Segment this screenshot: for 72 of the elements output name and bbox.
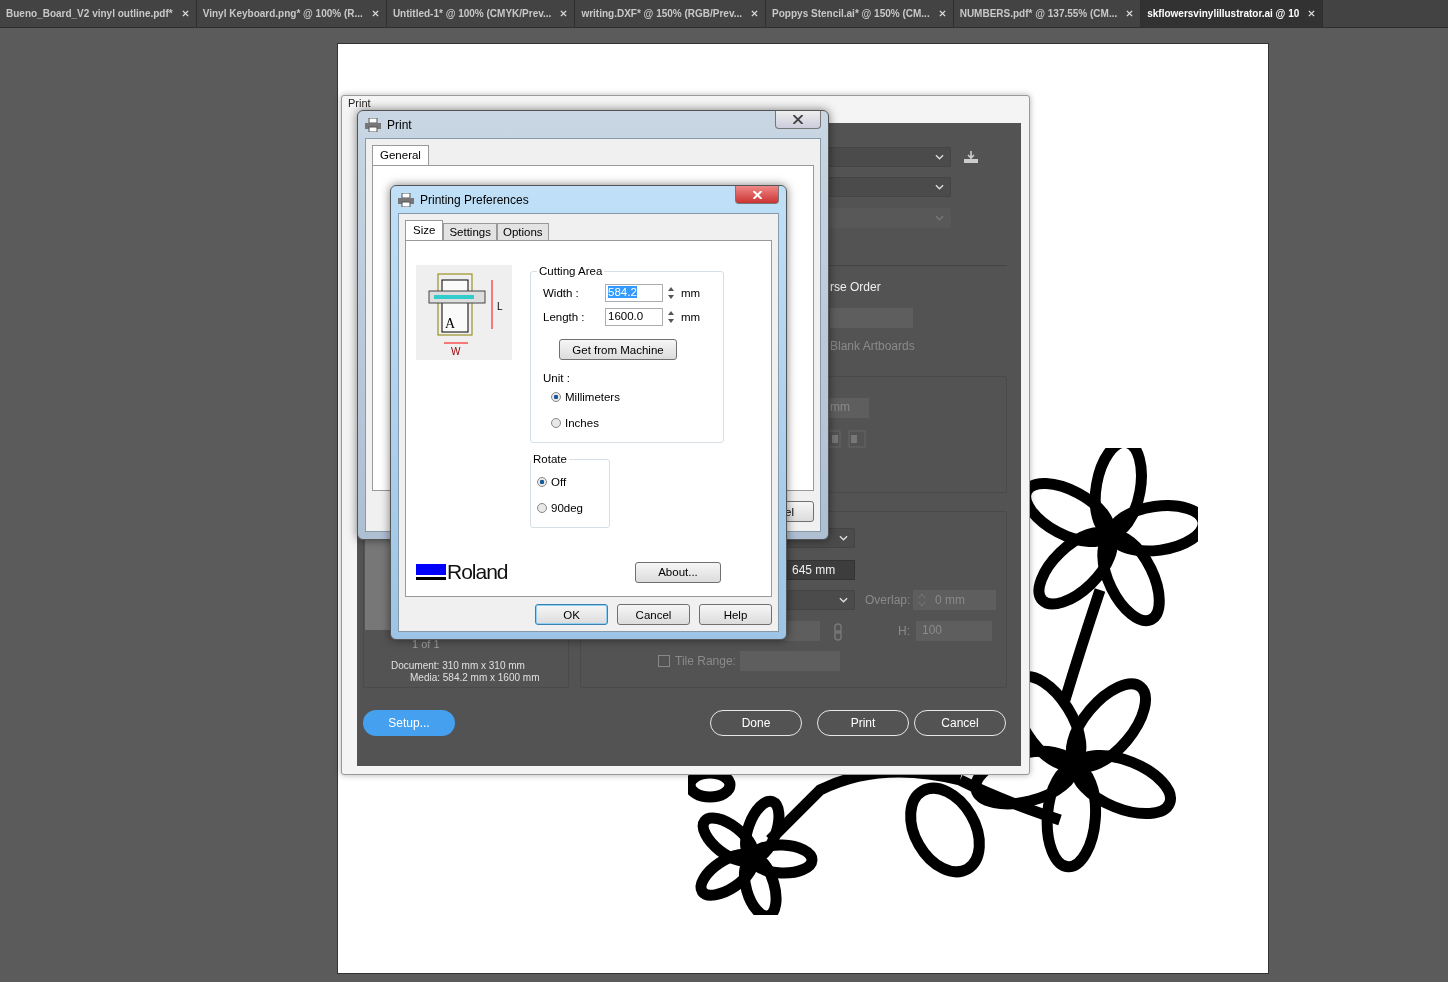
document-tab[interactable]: Poppys Stencil.ai* @ 150% (CM... <box>766 0 954 27</box>
input-field[interactable] <box>785 621 820 641</box>
document-tab[interactable]: writing.DXF* @ 150% (RGB/Prev... <box>575 0 767 27</box>
radio-button[interactable] <box>537 503 547 513</box>
tab[interactable]: Settings <box>443 223 497 240</box>
brand-logo: Roland <box>447 560 508 584</box>
spinner-icon[interactable] <box>667 309 675 325</box>
chevron-icon <box>935 154 944 160</box>
get-from-machine-button[interactable]: Get from Machine <box>559 339 677 360</box>
printer-icon <box>365 117 381 132</box>
dialog-button[interactable]: OK <box>535 604 608 625</box>
chevron-icon <box>839 597 848 603</box>
radio-label: Off <box>551 476 567 488</box>
close-icon[interactable] <box>751 10 759 17</box>
dialog-button[interactable]: Help <box>699 604 772 625</box>
chevron-icon <box>935 215 944 221</box>
close-icon[interactable] <box>371 10 379 17</box>
close-button[interactable] <box>775 111 821 129</box>
close-icon <box>792 115 804 124</box>
dialog-button[interactable]: Cancel <box>914 710 1006 736</box>
option-label: rse Order <box>830 280 881 294</box>
dropdown[interactable] <box>785 590 855 610</box>
close-icon <box>751 190 763 199</box>
dialog-button[interactable]: Done <box>710 710 802 736</box>
close-icon[interactable] <box>1126 10 1134 17</box>
radio-button[interactable] <box>537 477 547 487</box>
printer-icon <box>398 192 414 207</box>
document-tab[interactable]: Vinyl Keyboard.png* @ 100% (R... <box>196 0 387 27</box>
radio-label: Inches <box>565 417 599 429</box>
radio-label: 90deg <box>551 502 583 514</box>
field-label: Length : <box>543 311 586 323</box>
field-value: 584.2 <box>608 286 637 298</box>
group-title: Rotate <box>532 453 568 465</box>
document-size: Document: 310 mm x 310 mm <box>391 660 525 671</box>
tab[interactable]: General <box>372 145 429 165</box>
radio-button[interactable] <box>551 418 561 428</box>
window-title: Printing Preferences <box>420 192 529 207</box>
chevron-icon <box>935 184 944 190</box>
field-label: Width : <box>543 287 580 299</box>
close-icon[interactable] <box>181 10 189 17</box>
input-field[interactable] <box>830 308 913 328</box>
tab[interactable]: Size <box>405 220 444 240</box>
document-tab[interactable]: Untitled-1* @ 100% (CMYK/Prev... <box>386 0 576 27</box>
number-field[interactable]: 1600.0 <box>605 308 663 326</box>
document-tab[interactable]: Bueno_Board_V2 vinyl outline.pdf* <box>0 0 197 27</box>
document-tab[interactable]: skflowersvinylillustrator.ai @ 10 <box>1141 0 1324 27</box>
field-value: 1600.0 <box>608 310 644 322</box>
dialog-button[interactable]: Print <box>817 710 909 736</box>
radio-button[interactable] <box>551 392 561 402</box>
tab[interactable]: Options <box>496 223 549 240</box>
radio-label: Millimeters <box>565 391 620 403</box>
dialog-button[interactable]: Cancel <box>617 604 690 625</box>
window-title: Print <box>387 117 412 132</box>
logo-mark-icon <box>416 564 446 580</box>
chevron-icon <box>839 535 848 541</box>
save-preset-icon[interactable] <box>964 151 978 163</box>
close-button[interactable] <box>735 186 779 204</box>
unit-label: Unit : <box>543 372 571 384</box>
close-icon[interactable] <box>938 10 946 17</box>
media-size: Media: 584.2 mm x 1600 mm <box>410 672 540 683</box>
close-icon[interactable] <box>1308 10 1316 17</box>
input-field[interactable]: 645 mm <box>785 560 855 580</box>
spinner-icon[interactable] <box>667 285 675 301</box>
checkbox[interactable] <box>658 655 670 667</box>
unit-label: mm <box>681 311 701 323</box>
unit-label: mm <box>681 287 701 299</box>
group-title: Cutting Area <box>538 265 604 277</box>
cutter-diagram-drawing: A L W <box>416 265 512 360</box>
page-counter: 1 of 1 <box>412 638 440 650</box>
about-button[interactable]: About... <box>635 561 721 583</box>
close-icon[interactable] <box>560 10 568 17</box>
window-title: Print <box>348 97 371 109</box>
